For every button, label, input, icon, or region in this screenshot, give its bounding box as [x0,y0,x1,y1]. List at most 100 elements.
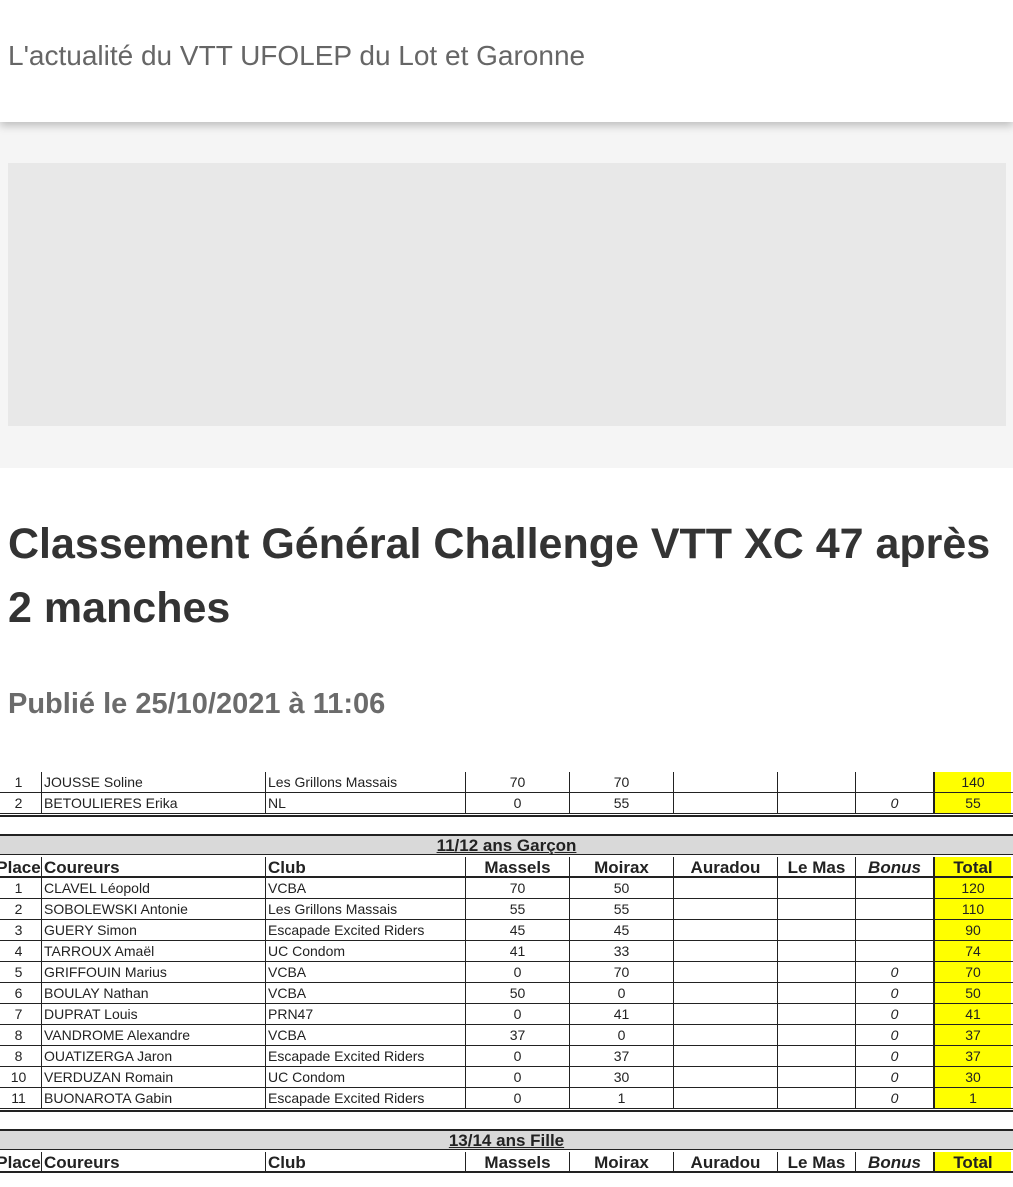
massels-cell: Massels [466,1152,570,1171]
rider-cell: GUERY Simon [42,920,266,940]
moirax-cell: 50 [570,878,674,898]
bonus-cell: 0 [856,793,934,813]
le-mas-cell [778,1046,856,1066]
le-mas-cell: Le Mas [778,1152,856,1171]
club-cell: Escapade Excited Riders [266,920,466,940]
moirax-cell: 0 [570,1025,674,1045]
club-cell: UC Condom [266,941,466,961]
moirax-cell: 1 [570,1088,674,1108]
auradou-cell [674,793,778,813]
total-cell: 70 [934,962,1011,982]
total-cell: 74 [934,941,1011,961]
category-label: 11/12 ans Garçon [436,836,577,855]
rider-cell: SOBOLEWSKI Antonie [42,899,266,919]
club-cell: Club [266,857,466,876]
auradou-cell [674,962,778,982]
club-cell: VCBA [266,983,466,1003]
bonus-cell: 0 [856,1004,934,1024]
auradou-cell [674,941,778,961]
rider-cell: VERDUZAN Romain [42,1067,266,1087]
auradou-cell [674,1004,778,1024]
bonus-cell: Bonus [856,857,934,876]
bonus-cell: 0 [856,1025,934,1045]
moirax-cell: 0 [570,983,674,1003]
total-cell: 55 [934,793,1011,813]
total-cell: 120 [934,878,1011,898]
moirax-cell: Moirax [570,1152,674,1171]
ad-section [0,122,1013,468]
table-row: 10 VERDUZAN Romain UC Condom 0 30 0 30 [0,1067,1013,1088]
rider-cell: DUPRAT Louis [42,1004,266,1024]
club-cell: Club [266,1152,466,1171]
place-cell: 11 [0,1088,42,1108]
massels-cell: 37 [466,1025,570,1045]
bonus-cell: 0 [856,1067,934,1087]
rider-cell: BUONAROTA Gabin [42,1088,266,1108]
total-cell: 110 [934,899,1011,919]
massels-cell: 0 [466,1004,570,1024]
rider-cell: OUATIZERGA Jaron [42,1046,266,1066]
place-cell: 3 [0,920,42,940]
post-title: Classement Général Challenge VTT XC 47 a… [8,520,991,632]
table-row: 2 BETOULIERES Erika NL 0 55 0 55 [0,793,1013,814]
total-cell: 90 [934,920,1011,940]
auradou-cell [674,1025,778,1045]
table-divider [0,1110,1013,1112]
table-row: 7 DUPRAT Louis PRN47 0 41 0 41 [0,1004,1013,1025]
auradou-cell [674,1046,778,1066]
le-mas-cell [778,1067,856,1087]
club-cell: Les Grillons Massais [266,772,466,792]
total-cell: 37 [934,1046,1011,1066]
total-cell: Total [934,1152,1011,1171]
table-row: 11 BUONAROTA Gabin Escapade Excited Riders… [0,1088,1013,1109]
rider-cell: BETOULIERES Erika [42,793,266,813]
massels-cell: Massels [466,857,570,876]
le-mas-cell [778,941,856,961]
place-cell: 1 [0,772,42,792]
total-cell: 37 [934,1025,1011,1045]
table-header-row: Place Coureurs Club Massels Moirax Auradou Le … [0,857,1013,878]
moirax-cell: 37 [570,1046,674,1066]
bonus-cell: 0 [856,983,934,1003]
auradou-cell [674,878,778,898]
massels-cell: 41 [466,941,570,961]
auradou-cell: Auradou [674,857,778,876]
place-cell: 8 [0,1046,42,1066]
table-header-row: Place Coureurs Club Massels Moirax Auradou Le … [0,1152,1013,1173]
place-cell: 2 [0,793,42,813]
bonus-cell [856,772,934,792]
place-cell: Place [0,1152,42,1171]
club-cell: PRN47 [266,1004,466,1024]
bonus-cell: Bonus [856,1152,934,1171]
club-cell: Les Grillons Massais [266,899,466,919]
le-mas-cell [778,1004,856,1024]
le-mas-cell [778,899,856,919]
le-mas-cell [778,962,856,982]
bonus-cell [856,920,934,940]
moirax-cell: 41 [570,1004,674,1024]
total-cell: 1 [934,1088,1011,1108]
moirax-cell: 70 [570,962,674,982]
club-cell: Escapade Excited Riders [266,1088,466,1108]
moirax-cell: 55 [570,793,674,813]
massels-cell: 45 [466,920,570,940]
club-cell: VCBA [266,1025,466,1045]
place-cell: 5 [0,962,42,982]
massels-cell: 0 [466,962,570,982]
post-date: Publié le 25/10/2021 à 11:06 [8,688,386,720]
total-cell: 50 [934,983,1011,1003]
auradou-cell [674,920,778,940]
le-mas-cell [778,1025,856,1045]
site-header: L'actualité du VTT UFOLEP du Lot et Garo… [0,0,1013,122]
rider-cell: TARROUX Amaël [42,941,266,961]
site-tagline: L'actualité du VTT UFOLEP du Lot et Garo… [8,40,586,71]
auradou-cell [674,772,778,792]
moirax-cell: 30 [570,1067,674,1087]
le-mas-cell [778,793,856,813]
le-mas-cell [778,772,856,792]
bonus-cell [856,878,934,898]
club-cell: UC Condom [266,1067,466,1087]
table-row: 2 SOBOLEWSKI Antonie Les Grillons Massais 5… [0,899,1013,920]
massels-cell: 0 [466,1067,570,1087]
moirax-cell: 45 [570,920,674,940]
